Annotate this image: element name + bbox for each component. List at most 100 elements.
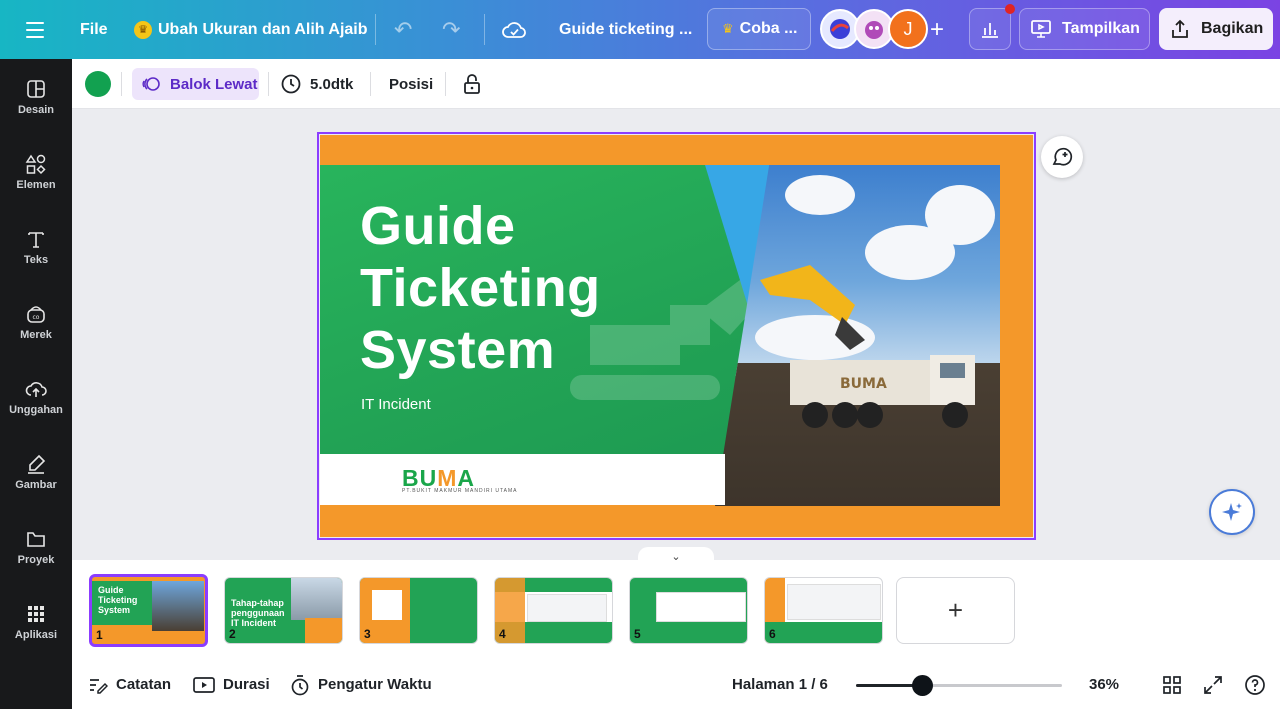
photo-cloud: [925, 185, 995, 245]
share-label: Bagikan: [1201, 20, 1264, 37]
insights-button[interactable]: [969, 8, 1011, 50]
logo-strip: [320, 454, 725, 505]
resize-button[interactable]: ♛ Ubah Ukuran dan Alih Ajaib: [134, 0, 368, 59]
duration-value: 5.0dtk: [310, 75, 354, 93]
thumb-screenshot: [656, 592, 746, 622]
avatar[interactable]: J: [888, 9, 928, 49]
add-page-button[interactable]: +: [896, 577, 1015, 644]
try-label: Coba ...: [739, 20, 798, 37]
collapse-filmstrip-icon[interactable]: ⌄: [638, 547, 714, 565]
help-icon[interactable]: [1244, 660, 1266, 709]
apps-icon: [28, 606, 44, 622]
page-number: 2: [229, 627, 236, 641]
share-button[interactable]: Bagikan: [1159, 8, 1273, 50]
crown-icon: ♛: [134, 20, 152, 39]
duration-button[interactable]: 5.0dtk: [280, 59, 353, 109]
add-collaborator-icon[interactable]: +: [930, 0, 944, 59]
cloud-save-icon[interactable]: [502, 0, 526, 59]
sidebar-item-label: Merek: [20, 329, 52, 341]
sidebar-item-label: Aplikasi: [14, 629, 58, 641]
page-thumbnail[interactable]: 5: [629, 577, 748, 644]
qr-code: [372, 590, 402, 620]
timer-button[interactable]: Pengatur Waktu: [290, 660, 432, 709]
sidebar-item-elements[interactable]: Elemen: [0, 142, 72, 202]
divider: [445, 72, 446, 96]
clock-icon: [281, 74, 301, 94]
redo-icon[interactable]: ↷: [442, 0, 460, 59]
animation-label: Balok Lewat: [170, 75, 258, 93]
sidebar-item-text[interactable]: Teks: [0, 217, 72, 277]
zoom-value[interactable]: 36%: [1089, 660, 1119, 709]
sidebar-item-label: Gambar: [15, 479, 57, 491]
slide-canvas[interactable]: BUMA Guide Ticketing System IT Incident …: [320, 135, 1033, 537]
magic-assistant-button[interactable]: [1209, 489, 1255, 535]
left-sidebar: Desain Elemen Teks co Merek Unggahan Gam…: [0, 59, 72, 709]
slide-title-line: Ticketing: [360, 258, 601, 318]
elements-icon: [25, 154, 46, 175]
sidebar-item-design[interactable]: Desain: [0, 67, 72, 127]
slide-title[interactable]: Guide Ticketing System: [360, 195, 601, 381]
duration-toggle[interactable]: Durasi: [193, 660, 270, 709]
comment-icon: [1052, 147, 1073, 166]
page-thumbnail[interactable]: 4: [494, 577, 613, 644]
logo-subtitle: PT.BUKIT MAKMUR MANDIRI UTAMA: [402, 488, 518, 494]
add-comment-button[interactable]: [1041, 136, 1083, 178]
page-number: 5: [634, 627, 641, 641]
menu-icon[interactable]: [24, 0, 46, 59]
divider: [268, 72, 269, 96]
folder-icon: [27, 532, 45, 547]
share-icon: [1172, 19, 1188, 38]
notes-button[interactable]: Catatan: [88, 660, 171, 709]
page-indicator[interactable]: Halaman 1 / 6: [732, 660, 828, 709]
present-button[interactable]: Tampilkan: [1019, 8, 1150, 50]
sidebar-item-brand[interactable]: co Merek: [0, 292, 72, 352]
top-bar: File ♛ Ubah Ukuran dan Alih Ajaib ↶ ↷ Gu…: [0, 0, 1280, 59]
color-swatch[interactable]: [85, 71, 111, 97]
animation-button[interactable]: Balok Lewat: [132, 68, 259, 100]
upload-icon: [25, 382, 47, 397]
page-thumbnail[interactable]: 3: [359, 577, 478, 644]
divider: [370, 72, 371, 96]
present-icon: [1031, 20, 1051, 38]
page-number: 6: [769, 627, 776, 641]
text-icon: [28, 232, 44, 248]
thumb-photo: [152, 581, 204, 631]
sidebar-item-projects[interactable]: Proyek: [0, 517, 72, 577]
zoom-slider-handle[interactable]: [911, 675, 933, 696]
truck-label: BUMA: [840, 376, 887, 392]
thumb-footer: [765, 622, 882, 643]
lock-icon[interactable]: [462, 59, 482, 109]
present-label: Tampilkan: [1062, 20, 1140, 37]
page-thumbnail[interactable]: Tahap-tahap penggunaan IT Incident 2: [224, 577, 343, 644]
slide-subtitle[interactable]: IT Incident: [361, 396, 431, 413]
undo-icon[interactable]: ↶: [394, 0, 412, 59]
sparkle-icon: [1222, 503, 1242, 521]
animation-icon: [142, 77, 160, 91]
try-pro-button[interactable]: ♛ Coba ...: [707, 8, 811, 50]
grid-view-icon[interactable]: [1162, 660, 1182, 709]
position-button[interactable]: Posisi: [389, 59, 433, 109]
truck-illustration: BUMA: [760, 265, 975, 428]
thumb-screenshot: [527, 594, 607, 622]
sidebar-item-uploads[interactable]: Unggahan: [0, 367, 72, 427]
slide-title-line: System: [360, 320, 556, 380]
draw-icon: [28, 454, 46, 474]
brand-icon: co: [27, 306, 45, 323]
fullscreen-icon[interactable]: [1203, 660, 1223, 709]
sidebar-item-label: Proyek: [17, 554, 55, 566]
notes-label: Catatan: [116, 676, 172, 693]
sidebar-item-apps[interactable]: Aplikasi: [0, 592, 72, 652]
file-menu[interactable]: File: [80, 0, 108, 59]
document-title[interactable]: Guide ticketing ...: [559, 0, 692, 59]
svg-text:co: co: [33, 314, 40, 321]
sidebar-item-label: Unggahan: [9, 404, 63, 416]
divider: [375, 14, 376, 45]
slide-title-line: Guide: [360, 196, 516, 256]
resize-label: Ubah Ukuran dan Alih Ajaib: [158, 20, 368, 38]
page-thumbnail[interactable]: Guide Ticketing System 1: [89, 574, 208, 647]
page-number: 3: [364, 627, 371, 641]
sidebar-item-label: Teks: [23, 254, 49, 266]
page-thumbnail[interactable]: 6: [764, 577, 883, 644]
page-number: 1: [96, 628, 103, 642]
sidebar-item-draw[interactable]: Gambar: [0, 442, 72, 502]
